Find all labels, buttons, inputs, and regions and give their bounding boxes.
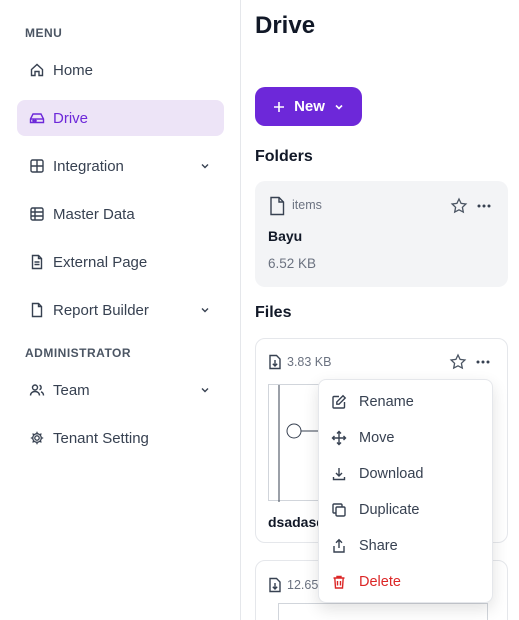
sidebar-item-home[interactable]: Home xyxy=(17,52,224,88)
menu-item-label: Move xyxy=(359,430,395,446)
menu-item-label: Duplicate xyxy=(359,502,420,518)
folder-file-icon xyxy=(268,196,286,216)
menu-item-label: Delete xyxy=(359,574,401,590)
files-heading: Files xyxy=(255,304,292,321)
sidebar-item-label: Report Builder xyxy=(53,301,149,319)
menu-section-label: MENU xyxy=(25,26,63,40)
users-icon xyxy=(29,382,45,398)
drive-icon xyxy=(29,110,45,126)
menu-item-download[interactable]: Download xyxy=(319,456,494,492)
chevron-down-icon xyxy=(198,159,212,173)
menu-item-label: Share xyxy=(359,538,398,554)
sidebar-item-team[interactable]: Team xyxy=(17,372,224,408)
copy-icon xyxy=(331,502,347,518)
menu-item-move[interactable]: Move xyxy=(319,420,494,456)
sidebar-item-label: Home xyxy=(53,61,94,79)
menu-item-rename[interactable]: Rename xyxy=(319,384,494,420)
chevron-down-icon xyxy=(198,303,212,317)
gear-icon xyxy=(29,430,45,446)
folder-size: 6.52 KB xyxy=(268,256,317,271)
sidebar-item-label: Master Data xyxy=(53,205,135,223)
context-menu: Rename Move Download Duplicate Share Del… xyxy=(318,379,493,603)
page-title: Drive xyxy=(255,12,316,39)
edit-icon xyxy=(331,394,347,410)
menu-item-duplicate[interactable]: Duplicate xyxy=(319,492,494,528)
sidebar-item-label: Tenant Setting xyxy=(53,429,149,447)
new-button[interactable]: New xyxy=(255,87,362,126)
star-icon[interactable] xyxy=(449,353,467,371)
sidebar-item-label: Drive xyxy=(53,109,89,127)
sidebar-item-tenant-setting[interactable]: Tenant Setting xyxy=(17,420,224,456)
share-icon xyxy=(331,538,347,554)
file-thumbnail xyxy=(278,603,488,620)
sidebar-item-master-data[interactable]: Master Data xyxy=(17,196,224,232)
download-icon xyxy=(331,466,347,482)
folder-name: Bayu xyxy=(268,228,303,244)
folder-meta: items xyxy=(292,198,322,212)
file-size: 12.65 xyxy=(287,578,319,592)
file-name: dsadasd xyxy=(268,514,325,530)
move-icon xyxy=(331,430,347,446)
sidebar-item-drive[interactable]: Drive xyxy=(17,100,224,136)
menu-item-delete[interactable]: Delete xyxy=(319,564,494,600)
trash-icon xyxy=(331,574,347,590)
sidebar-item-external-page[interactable]: External Page xyxy=(17,244,224,280)
chevron-down-icon xyxy=(198,383,212,397)
sidebar-item-report-builder[interactable]: Report Builder xyxy=(17,292,224,328)
sidebar-item-integration[interactable]: Integration xyxy=(17,148,224,184)
more-options-icon[interactable] xyxy=(474,353,492,371)
sidebar: MENU Home Drive Integration Master Data … xyxy=(0,0,241,620)
more-options-icon[interactable] xyxy=(475,197,493,215)
menu-item-label: Download xyxy=(359,466,424,482)
folder-card[interactable]: items Bayu 6.52 KB xyxy=(255,181,508,287)
admin-section-label: ADMINISTRATOR xyxy=(25,346,132,360)
file-download-icon xyxy=(268,354,282,370)
file-icon xyxy=(29,302,45,318)
new-button-label: New xyxy=(294,98,325,115)
sidebar-item-label: Team xyxy=(53,381,90,399)
file-download-icon xyxy=(268,577,282,593)
document-icon xyxy=(29,254,45,270)
menu-item-share[interactable]: Share xyxy=(319,528,494,564)
file-size: 3.83 KB xyxy=(287,355,332,369)
star-icon[interactable] xyxy=(450,197,468,215)
chevron-down-icon xyxy=(333,101,345,113)
plus-icon xyxy=(272,100,286,114)
folders-heading: Folders xyxy=(255,148,313,165)
table-icon xyxy=(29,206,45,222)
sidebar-item-label: Integration xyxy=(53,157,124,175)
sidebar-item-label: External Page xyxy=(53,253,148,271)
menu-item-label: Rename xyxy=(359,394,414,410)
home-icon xyxy=(29,62,45,78)
grid-icon xyxy=(29,158,45,174)
